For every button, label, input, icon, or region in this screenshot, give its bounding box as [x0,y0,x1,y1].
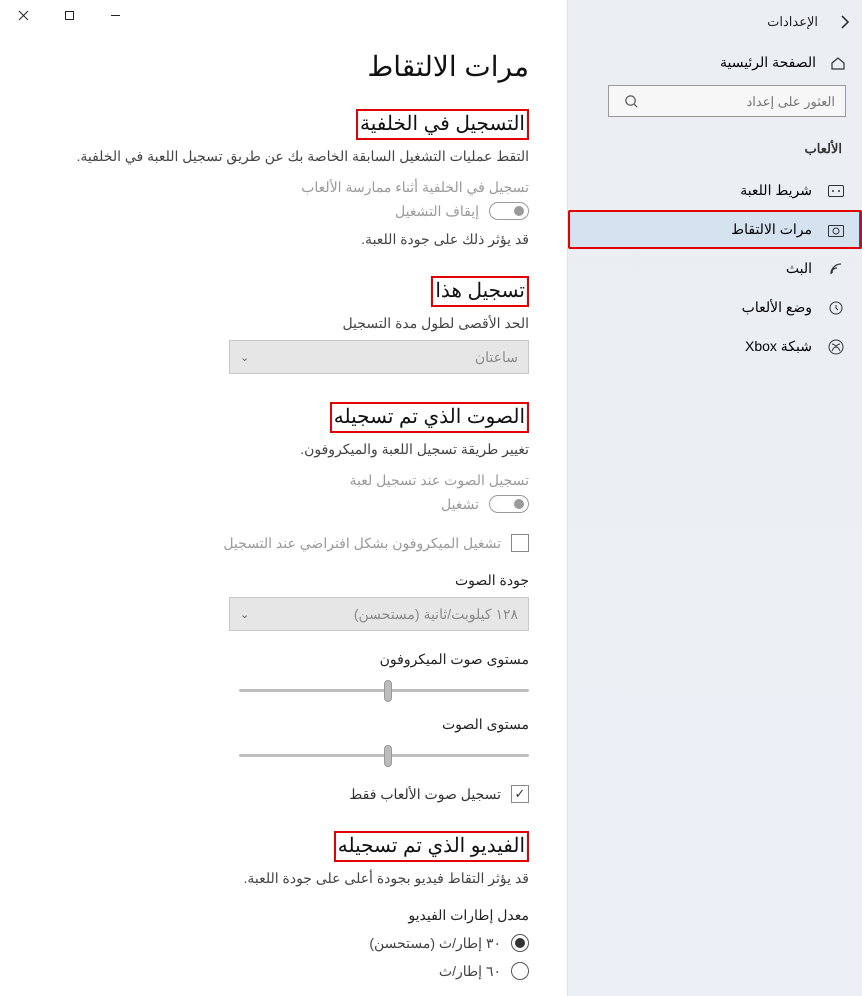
max-length-value: ساعتان [475,349,518,366]
heading-background-recording: التسجيل في الخلفية [356,109,529,140]
fps-label: معدل إطارات الفيديو [30,907,529,924]
home-link[interactable]: الصفحة الرئيسية [568,44,862,85]
system-volume-label: مستوى الصوت [30,716,529,733]
category-label: الألعاب [568,135,862,171]
heading-recorded-audio: الصوت الذي تم تسجيله [330,402,529,433]
maximize-button[interactable] [46,0,92,30]
fps-30-radio[interactable]: ٣٠ إطار/ث (مستحسن) [30,934,529,952]
sidebar-item-broadcast[interactable]: البث [568,249,862,288]
desc-record-this: الحد الأقصى لطول مدة التسجيل [30,315,529,332]
mic-volume-label: مستوى صوت الميكروفون [30,651,529,668]
fps-60-radio[interactable]: ٦٠ إطار/ث [30,962,529,980]
section-recorded-video: الفيديو الذي تم تسجيله قد يؤثر التقاط في… [30,831,529,980]
section-background-recording: التسجيل في الخلفية التقط عمليات التشغيل … [30,109,529,248]
home-label: الصفحة الرئيسية [720,54,816,71]
home-icon [828,55,846,71]
system-volume-slider[interactable] [239,743,529,767]
sidebar-item-gamemode[interactable]: وضع الألعاب [568,288,862,327]
mic-default-label: تشغيل الميكروفون بشكل افتراضي عند التسجي… [223,535,501,552]
toggle-track [489,495,529,513]
bg-toggle-label: تسجيل في الخلفية أثناء ممارسة الألعاب [30,179,529,196]
sidebar-item-captures[interactable]: مرات الالتقاط [568,210,862,249]
bg-note: قد يؤثر ذلك على جودة اللعبة. [30,231,529,248]
sidebar-item-label: وضع الألعاب [742,299,812,316]
audio-quality-value: ١٢٨ كيلوبت/ثانية (مستحسن) [354,606,518,623]
gamemode-icon [826,300,844,316]
audio-toggle-state: تشغيل [441,496,479,513]
section-recorded-audio: الصوت الذي تم تسجيله تغيير طريقة تسجيل ا… [30,402,529,803]
sidebar-item-gamebar[interactable]: شريط اللعبة [568,171,862,210]
checkbox-checked-icon: ✓ [511,785,529,803]
app-title: الإعدادات [767,14,818,30]
gamebar-icon [826,185,844,197]
search-input[interactable] [639,94,845,109]
audio-toggle[interactable]: تشغيل [441,495,529,513]
fps-30-label: ٣٠ إطار/ث (مستحسن) [369,935,501,952]
sidebar-item-xbox[interactable]: شبكة Xbox [568,327,862,366]
sidebar-item-label: البث [786,260,812,277]
xbox-icon [826,339,844,355]
desc-background-recording: التقط عمليات التشغيل السابقة الخاصة بك ع… [30,148,529,165]
settings-sidebar: الإعدادات الصفحة الرئيسية الألعاب شريط ا… [567,0,862,996]
minimize-button[interactable] [92,0,138,30]
audio-quality-select[interactable]: ١٢٨ كيلوبت/ثانية (مستحسن) ⌄ [229,597,529,631]
back-icon[interactable] [832,14,852,30]
mic-volume-slider[interactable] [239,678,529,702]
checkbox-icon [511,534,529,552]
max-length-select[interactable]: ساعتان ⌄ [229,340,529,374]
close-button[interactable] [0,0,46,30]
heading-record-this: تسجيل هذا [431,276,529,307]
desc-recorded-video: قد يؤثر التقاط فيديو بجودة أعلى على جودة… [30,870,529,887]
heading-recorded-video: الفيديو الذي تم تسجيله [334,831,529,862]
bg-toggle[interactable]: إيقاف التشغيل [395,202,529,220]
bg-toggle-state: إيقاف التشغيل [395,203,479,220]
search-wrapper [568,85,862,135]
mic-default-checkbox[interactable]: تشغيل الميكروفون بشكل افتراضي عند التسجي… [30,534,529,552]
chevron-down-icon: ⌄ [240,351,249,364]
audio-toggle-label: تسجيل الصوت عند تسجيل لعبة [30,472,529,489]
broadcast-icon [826,261,844,277]
page-title: مرات الالتقاط [30,50,529,83]
section-record-this: تسجيل هذا الحد الأقصى لطول مدة التسجيل س… [30,276,529,374]
audio-quality-label: جودة الصوت [30,572,529,589]
fps-60-label: ٦٠ إطار/ث [439,963,501,980]
desc-recorded-audio: تغيير طريقة تسجيل اللعبة والميكروفون. [30,441,529,458]
window-controls [0,0,529,36]
search-icon[interactable] [609,94,639,109]
radio-selected-icon [511,934,529,952]
game-audio-only-checkbox[interactable]: ✓ تسجيل صوت الألعاب فقط [30,785,529,803]
chevron-down-icon: ⌄ [240,608,249,621]
radio-icon [511,962,529,980]
search-box[interactable] [608,85,846,117]
captures-icon [826,223,844,237]
sidebar-item-label: شبكة Xbox [745,338,812,355]
toggle-track [489,202,529,220]
game-audio-only-label: تسجيل صوت الألعاب فقط [349,786,501,803]
sidebar-item-label: شريط اللعبة [740,182,812,199]
titlebar: الإعدادات [568,8,862,44]
main-content: مرات الالتقاط التسجيل في الخلفية التقط ع… [0,0,567,996]
sidebar-item-label: مرات الالتقاط [731,221,812,238]
